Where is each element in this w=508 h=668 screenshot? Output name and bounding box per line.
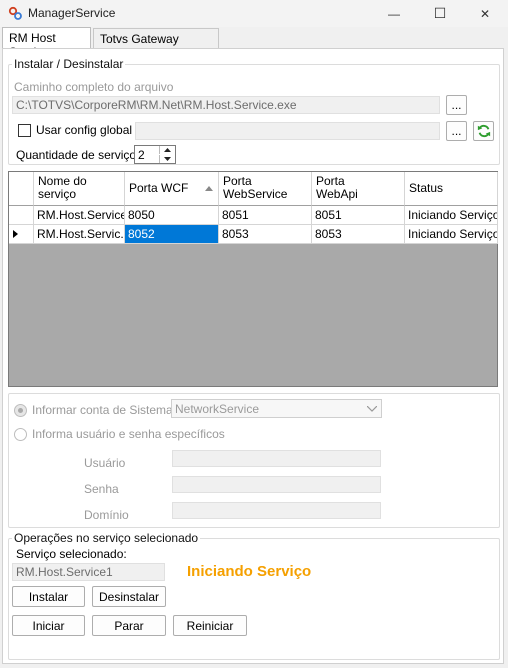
tab-totvs-gateway-manager[interactable]: Totvs Gateway Manager: [93, 28, 219, 60]
system-account-select[interactable]: NetworkService: [171, 399, 382, 418]
restart-button[interactable]: Reiniciar: [173, 615, 247, 636]
refresh-icon: [477, 124, 490, 138]
column-header-wcf-label: Porta WCF: [129, 181, 189, 195]
domain-label: Domínio: [84, 508, 129, 522]
row-header[interactable]: [9, 206, 34, 225]
table-cell-status[interactable]: Iniciando Serviço: [405, 225, 498, 244]
close-icon: ✕: [479, 6, 491, 21]
column-header-webapi[interactable]: Porta WebApi: [312, 172, 405, 206]
column-header-status[interactable]: Status: [405, 172, 498, 206]
minimize-icon: —: [388, 6, 400, 21]
refresh-button[interactable]: [473, 121, 494, 141]
table-cell-name[interactable]: RM.Host.Servic...: [34, 225, 125, 244]
window-title: ManagerService: [28, 6, 116, 20]
quantity-down-button[interactable]: [159, 155, 175, 163]
quantity-value: 2: [138, 148, 145, 162]
table-cell-webservice[interactable]: 8051: [219, 206, 312, 225]
system-account-radio[interactable]: [14, 404, 27, 417]
browse-global-config-button[interactable]: ...: [446, 121, 467, 141]
radio-dot: [18, 408, 23, 413]
service-status-text: Iniciando Serviço: [187, 563, 312, 580]
system-account-label: Informar conta de Sistema: [32, 403, 173, 417]
minimize-button[interactable]: —: [371, 0, 417, 27]
quantity-label: Quantidade de serviços: [16, 148, 143, 162]
table-cell-status[interactable]: Iniciando Serviço: [405, 206, 498, 225]
current-row-arrow-icon: [13, 230, 18, 238]
column-header-webservice[interactable]: Porta WebService: [219, 172, 312, 206]
uninstall-button[interactable]: Desinstalar: [92, 586, 166, 607]
user-label: Usuário: [84, 456, 126, 470]
quantity-stepper[interactable]: 2: [134, 145, 176, 164]
close-button[interactable]: ✕: [462, 0, 508, 27]
use-global-config-checkbox[interactable]: [18, 124, 31, 137]
path-field[interactable]: C:\TOTVS\CorporeRM\RM.Net\RM.Host.Servic…: [12, 96, 440, 114]
table-cell-wcf-selected[interactable]: 8052: [125, 225, 219, 244]
chevron-down-icon: [367, 406, 377, 412]
password-label: Senha: [84, 482, 119, 496]
password-field[interactable]: [172, 476, 381, 493]
services-grid[interactable]: Nome do serviço Porta WCF Porta WebServi…: [8, 171, 498, 387]
stop-button[interactable]: Parar: [92, 615, 166, 636]
table-cell-wcf[interactable]: 8050: [125, 206, 219, 225]
sort-ascending-icon: [205, 186, 213, 191]
global-config-field[interactable]: [135, 122, 440, 140]
use-global-config-label: Usar config global: [36, 123, 133, 137]
install-button[interactable]: Instalar: [12, 586, 85, 607]
app-gear-icon: [8, 6, 22, 20]
chevron-down-icon: [164, 157, 171, 161]
selected-service-field: RM.Host.Service1: [12, 563, 165, 581]
chevron-up-icon: [164, 148, 171, 152]
tab-rm-host-service[interactable]: RM Host Service: [2, 27, 91, 59]
start-button[interactable]: Iniciar: [12, 615, 85, 636]
specific-user-label: Informa usuário e senha específicos: [32, 427, 225, 441]
quantity-up-button[interactable]: [159, 146, 175, 154]
table-cell-webapi[interactable]: 8051: [312, 206, 405, 225]
operations-group-legend: Operações no serviço selecionado: [12, 531, 201, 545]
table-cell-webapi[interactable]: 8053: [312, 225, 405, 244]
system-account-value: NetworkService: [175, 402, 260, 416]
row-header-current[interactable]: [9, 225, 34, 244]
row-header-corner: [9, 172, 34, 206]
install-group-legend: Instalar / Desinstalar: [12, 57, 126, 71]
selected-service-label: Serviço selecionado:: [16, 547, 127, 561]
maximize-icon: ☐: [433, 5, 447, 21]
domain-field[interactable]: [172, 502, 381, 519]
browse-path-button[interactable]: ...: [446, 95, 467, 115]
table-cell-webservice[interactable]: 8053: [219, 225, 312, 244]
column-header-wcf[interactable]: Porta WCF: [125, 172, 219, 206]
path-label: Caminho completo do arquivo: [14, 80, 174, 94]
column-header-name[interactable]: Nome do serviço: [34, 172, 125, 206]
specific-user-radio[interactable]: [14, 428, 27, 441]
maximize-button[interactable]: ☐: [417, 0, 463, 27]
table-cell-name[interactable]: RM.Host.Service: [34, 206, 125, 225]
title-bar: ManagerService — ☐ ✕: [0, 0, 508, 27]
user-field[interactable]: [172, 450, 381, 467]
